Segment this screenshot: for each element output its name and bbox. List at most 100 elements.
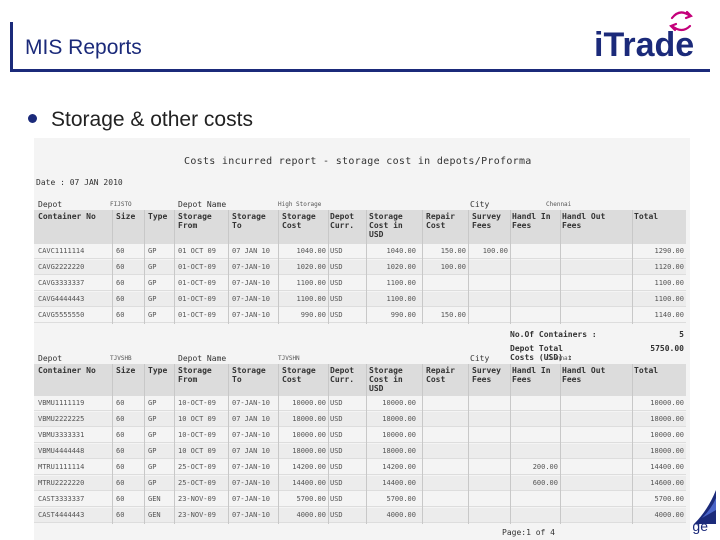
table-cell: 4000.00 — [654, 511, 684, 519]
table-row: CAVG2222220 60 GP 01-OCT-09 07-JAN-10 1020.00… — [34, 260, 686, 275]
bullet-item: Storage & other costs — [28, 108, 253, 132]
column-header: Storage Cost in USD — [369, 212, 403, 239]
column-divider — [278, 364, 279, 524]
table-cell: MTRU2222220 — [38, 479, 85, 487]
table-cell: 14200.00 — [292, 463, 326, 471]
column-header: Storage To — [232, 212, 266, 230]
table-row: MTRU1111114 60 GP 25-OCT-09 07-JAN-10 14200.0… — [34, 460, 686, 475]
table-cell: USD — [330, 247, 343, 255]
column-header: Storage Cost — [282, 366, 316, 384]
depot-label: Depot — [38, 200, 63, 209]
column-divider — [422, 364, 423, 524]
table-cell: GEN — [148, 511, 161, 519]
table-cell: CAVG5555550 — [38, 311, 85, 319]
table-cell: 60 — [116, 479, 125, 487]
table-cell: 60 — [116, 399, 125, 407]
table-cell: GP — [148, 247, 157, 255]
table-cell: 60 — [116, 263, 125, 271]
table-cell: VBMU3333331 — [38, 431, 85, 439]
column-divider — [328, 210, 329, 324]
column-header: Handl Out Fees — [562, 366, 606, 384]
table-cell: 10000.00 — [382, 399, 416, 407]
column-header: Container No — [38, 366, 96, 375]
bullet-dot-icon — [28, 113, 37, 123]
table-cell: 25-OCT-09 — [178, 479, 216, 487]
city-value: Chennai — [546, 201, 572, 208]
table-cell: 07-JAN-10 — [232, 463, 270, 471]
column-header: Storage Cost in USD — [369, 366, 403, 393]
containers-value: 5 — [679, 330, 684, 339]
table-cell: 4000.00 — [296, 511, 326, 519]
table-cell: 600.00 — [532, 479, 558, 487]
column-header: Storage From — [178, 212, 212, 230]
table-cell: 07-JAN-10 — [232, 311, 270, 319]
table-cell: 10000.00 — [292, 431, 326, 439]
column-divider — [112, 210, 113, 324]
table-cell: GP — [148, 447, 157, 455]
table-row: VBMU3333331 60 GP 10-OCT-09 07-JAN-10 10000.0… — [34, 428, 686, 443]
report-screenshot: Costs incurred report - storage cost in … — [34, 138, 690, 540]
table-header: Container No Size Type Storage From Storage … — [34, 210, 686, 244]
table-row: CAST3333337 60 GEN 23-NOV-09 07-JAN-10 5700.0… — [34, 492, 686, 507]
table-cell: 07-JAN-10 — [232, 279, 270, 287]
column-header: Storage To — [232, 366, 266, 384]
table-cell: USD — [330, 495, 343, 503]
table-cell: 10000.00 — [382, 431, 416, 439]
table-cell: GP — [148, 479, 157, 487]
table-cell: 60 — [116, 311, 125, 319]
column-divider — [422, 210, 423, 324]
table-cell: 1100.00 — [654, 279, 684, 287]
column-header: Container No — [38, 212, 96, 221]
itrade-logo: iTrade — [594, 10, 694, 64]
table-cell: USD — [330, 311, 343, 319]
column-header: Total — [634, 366, 659, 375]
corner-logo-text: ge — [692, 518, 708, 534]
table-cell: 07-JAN-10 — [232, 495, 270, 503]
table-cell: 5700.00 — [654, 495, 684, 503]
column-divider — [632, 364, 633, 524]
city-label: City — [470, 200, 490, 209]
column-header: Storage Cost — [282, 212, 316, 230]
bullet-text: Storage & other costs — [51, 108, 253, 131]
table-cell: 01-OCT-09 — [178, 311, 216, 319]
table-cell: USD — [330, 263, 343, 271]
table-cell: 60 — [116, 415, 125, 423]
table-cell: 23-NOV-09 — [178, 511, 216, 519]
table-cell: CAVG4444443 — [38, 295, 85, 303]
table-cell: 10 OCT 09 — [178, 447, 216, 455]
table-cell: 14600.00 — [650, 479, 684, 487]
table-row: VBMU1111119 60 GP 10-OCT-09 07-JAN-10 10000.0… — [34, 396, 686, 411]
depot-name-label: Depot Name — [178, 200, 227, 209]
table-cell: 10000.00 — [650, 399, 684, 407]
table-cell: CAVC1111114 — [38, 247, 85, 255]
table-cell: GP — [148, 279, 157, 287]
table-cell: 10000.00 — [292, 399, 326, 407]
column-header: Handl Out Fees — [562, 212, 606, 230]
table-cell: 1040.00 — [386, 247, 416, 255]
table-cell: GP — [148, 415, 157, 423]
table-cell: MTRU1111114 — [38, 463, 85, 471]
table-cell: VBMU2222225 — [38, 415, 85, 423]
table-cell: 01 OCT 09 — [178, 247, 216, 255]
table-cell: 60 — [116, 495, 125, 503]
containers-label: No.Of Containers : — [510, 330, 597, 339]
table-cell: 100.00 — [482, 247, 508, 255]
table-cell: 18000.00 — [292, 447, 326, 455]
table-cell: USD — [330, 279, 343, 287]
table-cell: GP — [148, 295, 157, 303]
column-divider — [144, 210, 145, 324]
column-header: Survey Fees — [472, 366, 501, 384]
column-divider — [468, 210, 469, 324]
column-header: Size — [116, 212, 136, 221]
table-cell: 150.00 — [440, 247, 466, 255]
column-divider — [510, 364, 511, 524]
depot-name: TJVSHN — [278, 355, 300, 362]
column-header: Storage From — [178, 366, 212, 384]
column-divider — [560, 210, 561, 324]
table-cell: 07 JAN 10 — [232, 247, 270, 255]
table-cell: 10000.00 — [650, 431, 684, 439]
table-cell: USD — [330, 511, 343, 519]
table-header: Container No Size Type Storage From Storage … — [34, 364, 686, 396]
table-cell: 18000.00 — [650, 415, 684, 423]
column-header: Survey Fees — [472, 212, 501, 230]
